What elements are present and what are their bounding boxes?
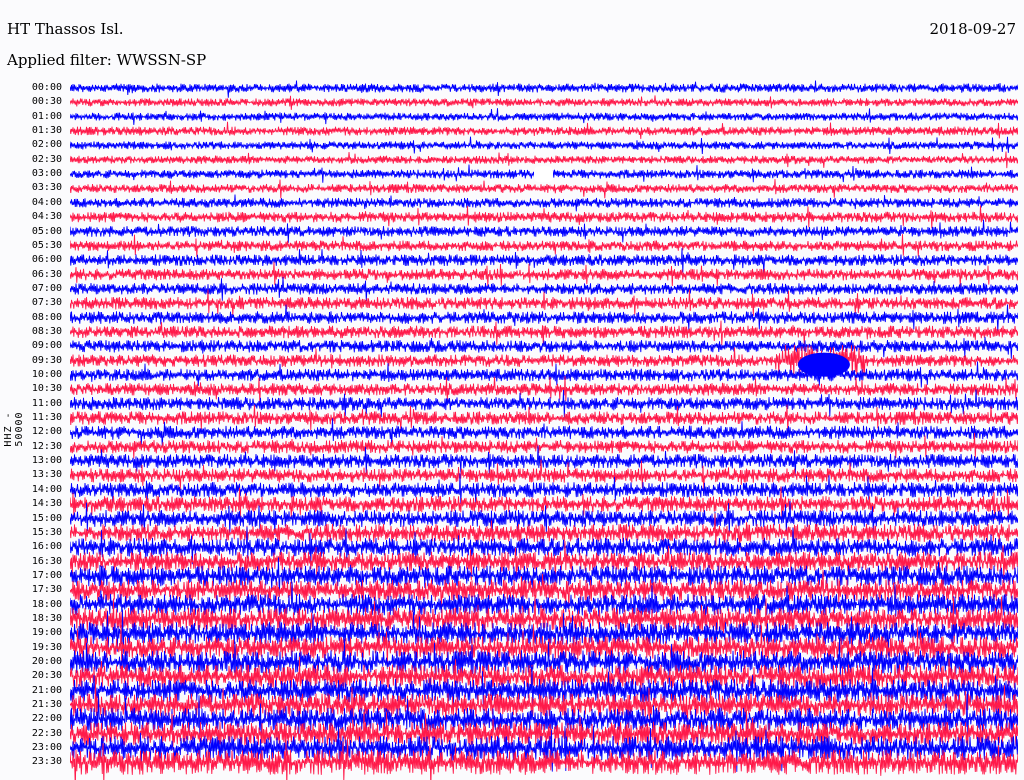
time-label: 00:00 (31, 82, 62, 93)
trace-row-0230 (70, 151, 1018, 169)
time-label: 02:00 (31, 139, 62, 151)
time-label: 17:00 (31, 569, 62, 581)
time-label: 12:00 (31, 426, 62, 438)
time-label: 12:30 (31, 440, 62, 452)
trace-row-0100 (70, 108, 1018, 125)
time-label: 17:30 (31, 584, 62, 596)
time-label: 13:00 (31, 455, 62, 467)
time-label: 06:30 (31, 268, 62, 280)
time-label: 23:30 (31, 756, 62, 768)
time-label: 07:30 (31, 297, 62, 309)
time-label: 11:30 (31, 412, 62, 424)
time-label: 18:00 (31, 598, 62, 610)
time-label: 08:30 (31, 325, 62, 337)
time-label: 10:00 (31, 369, 62, 380)
time-label: 06:00 (31, 254, 62, 266)
time-label: 05:00 (31, 225, 62, 237)
trace-row-0030 (70, 95, 1018, 110)
time-label: 07:00 (31, 282, 62, 294)
time-label: 08:00 (31, 311, 62, 323)
time-label: 23:00 (31, 742, 62, 754)
time-label: 22:00 (31, 713, 62, 725)
helicorder-plot (70, 80, 1018, 780)
time-label: 02:30 (31, 153, 62, 165)
time-label: 09:30 (31, 354, 62, 366)
time-label-column: 00:00 00:30 01:00 01:30 02:00 02:30 03:00 03:30… (0, 0, 66, 780)
time-label: 14:00 (31, 483, 62, 495)
trace-row-0500 (70, 219, 1018, 243)
time-label: 18:30 (31, 612, 62, 624)
time-label: 13:30 (31, 469, 62, 481)
time-label: 16:00 (31, 541, 62, 553)
time-label: 21:00 (31, 684, 62, 696)
record-date: 2018-09-27 (929, 20, 1016, 38)
time-label: 11:00 (31, 397, 62, 409)
time-label: 04:30 (31, 211, 62, 223)
time-label: 09:00 (31, 340, 62, 352)
trace-row-0130 (70, 121, 1018, 139)
time-label: 16:30 (31, 555, 62, 567)
time-label: 21:30 (31, 699, 62, 711)
trace-row-0430 (70, 205, 1018, 229)
time-label: 05:30 (31, 239, 62, 251)
time-label: 10:30 (31, 383, 62, 395)
trace-row-0530 (70, 234, 1018, 258)
trace-row-0200 (70, 136, 1018, 155)
time-label: 01:30 (31, 125, 62, 137)
trace-row-0630 (70, 261, 1018, 288)
time-label: 00:30 (31, 96, 62, 108)
time-label: 14:30 (31, 498, 62, 510)
time-label: 15:30 (31, 526, 62, 538)
time-label: 19:30 (31, 641, 62, 653)
trace-row-0000 (70, 80, 1018, 98)
data-gap (534, 166, 553, 183)
time-label: 01:00 (31, 110, 62, 122)
time-label: 03:30 (31, 182, 62, 194)
time-label: 04:00 (31, 196, 62, 208)
time-label: 19:00 (31, 627, 62, 639)
time-label: 03:00 (31, 168, 62, 180)
time-label: 20:30 (31, 670, 62, 682)
time-label: 15:00 (31, 512, 62, 524)
time-label: 20:00 (31, 656, 62, 667)
time-label: 22:30 (31, 727, 62, 739)
